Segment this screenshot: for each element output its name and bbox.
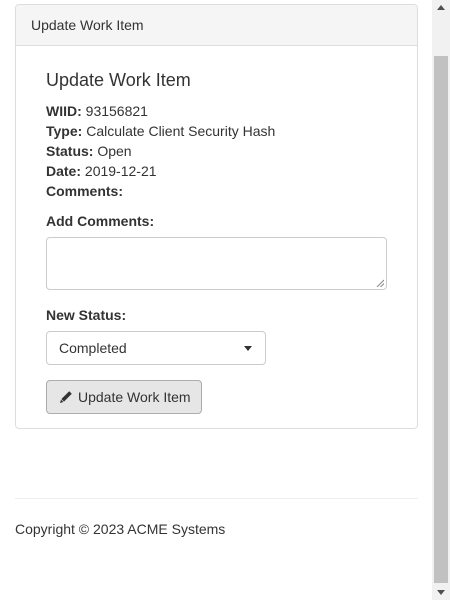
new-status-selected-value: Completed — [59, 340, 127, 356]
wiid-line: WIID: 93156821 — [46, 101, 148, 121]
comments-textarea[interactable] — [46, 237, 387, 290]
browser-viewport: Update Work Item Update Work Item WIID: … — [0, 0, 450, 600]
footer-copyright: Copyright © 2023 ACME Systems — [15, 521, 226, 537]
type-value: Calculate Client Security Hash — [86, 123, 276, 139]
type-line: Type: Calculate Client Security Hash — [46, 121, 275, 141]
new-status-label: New Status: — [46, 307, 127, 323]
date-line: Date: 2019-12-21 — [46, 161, 157, 181]
status-line: Status: Open — [46, 141, 132, 161]
vertical-scrollbar[interactable] — [432, 0, 450, 600]
update-work-item-panel: Update Work Item Update Work Item WIID: … — [15, 4, 418, 429]
update-work-item-button-label: Update Work Item — [78, 389, 191, 405]
scroll-down-arrow-icon[interactable] — [437, 590, 445, 595]
date-value: 2019-12-21 — [84, 163, 157, 179]
scroll-up-arrow-icon[interactable] — [437, 5, 445, 10]
page-content: Update Work Item Update Work Item WIID: … — [0, 0, 432, 600]
comments-line: Comments: — [46, 181, 123, 201]
scrollbar-thumb[interactable] — [434, 56, 448, 583]
status-value: Open — [97, 143, 132, 159]
comments-label: Comments: — [46, 183, 124, 199]
update-work-item-button[interactable]: Update Work Item — [46, 380, 202, 414]
caret-down-icon — [244, 346, 252, 351]
footer-divider — [15, 498, 418, 499]
wiid-label: WIID: — [46, 103, 82, 119]
add-comments-label: Add Comments: — [46, 213, 155, 229]
wiid-value: 93156821 — [85, 103, 148, 119]
resize-grip-icon[interactable] — [376, 279, 384, 287]
date-label: Date: — [46, 163, 82, 179]
panel-heading: Update Work Item — [16, 5, 417, 46]
new-status-select[interactable]: Completed — [46, 331, 266, 365]
status-label: Status: — [46, 143, 94, 159]
page-title: Update Work Item — [46, 70, 191, 90]
pencil-icon — [60, 391, 72, 403]
type-label: Type: — [46, 123, 83, 139]
